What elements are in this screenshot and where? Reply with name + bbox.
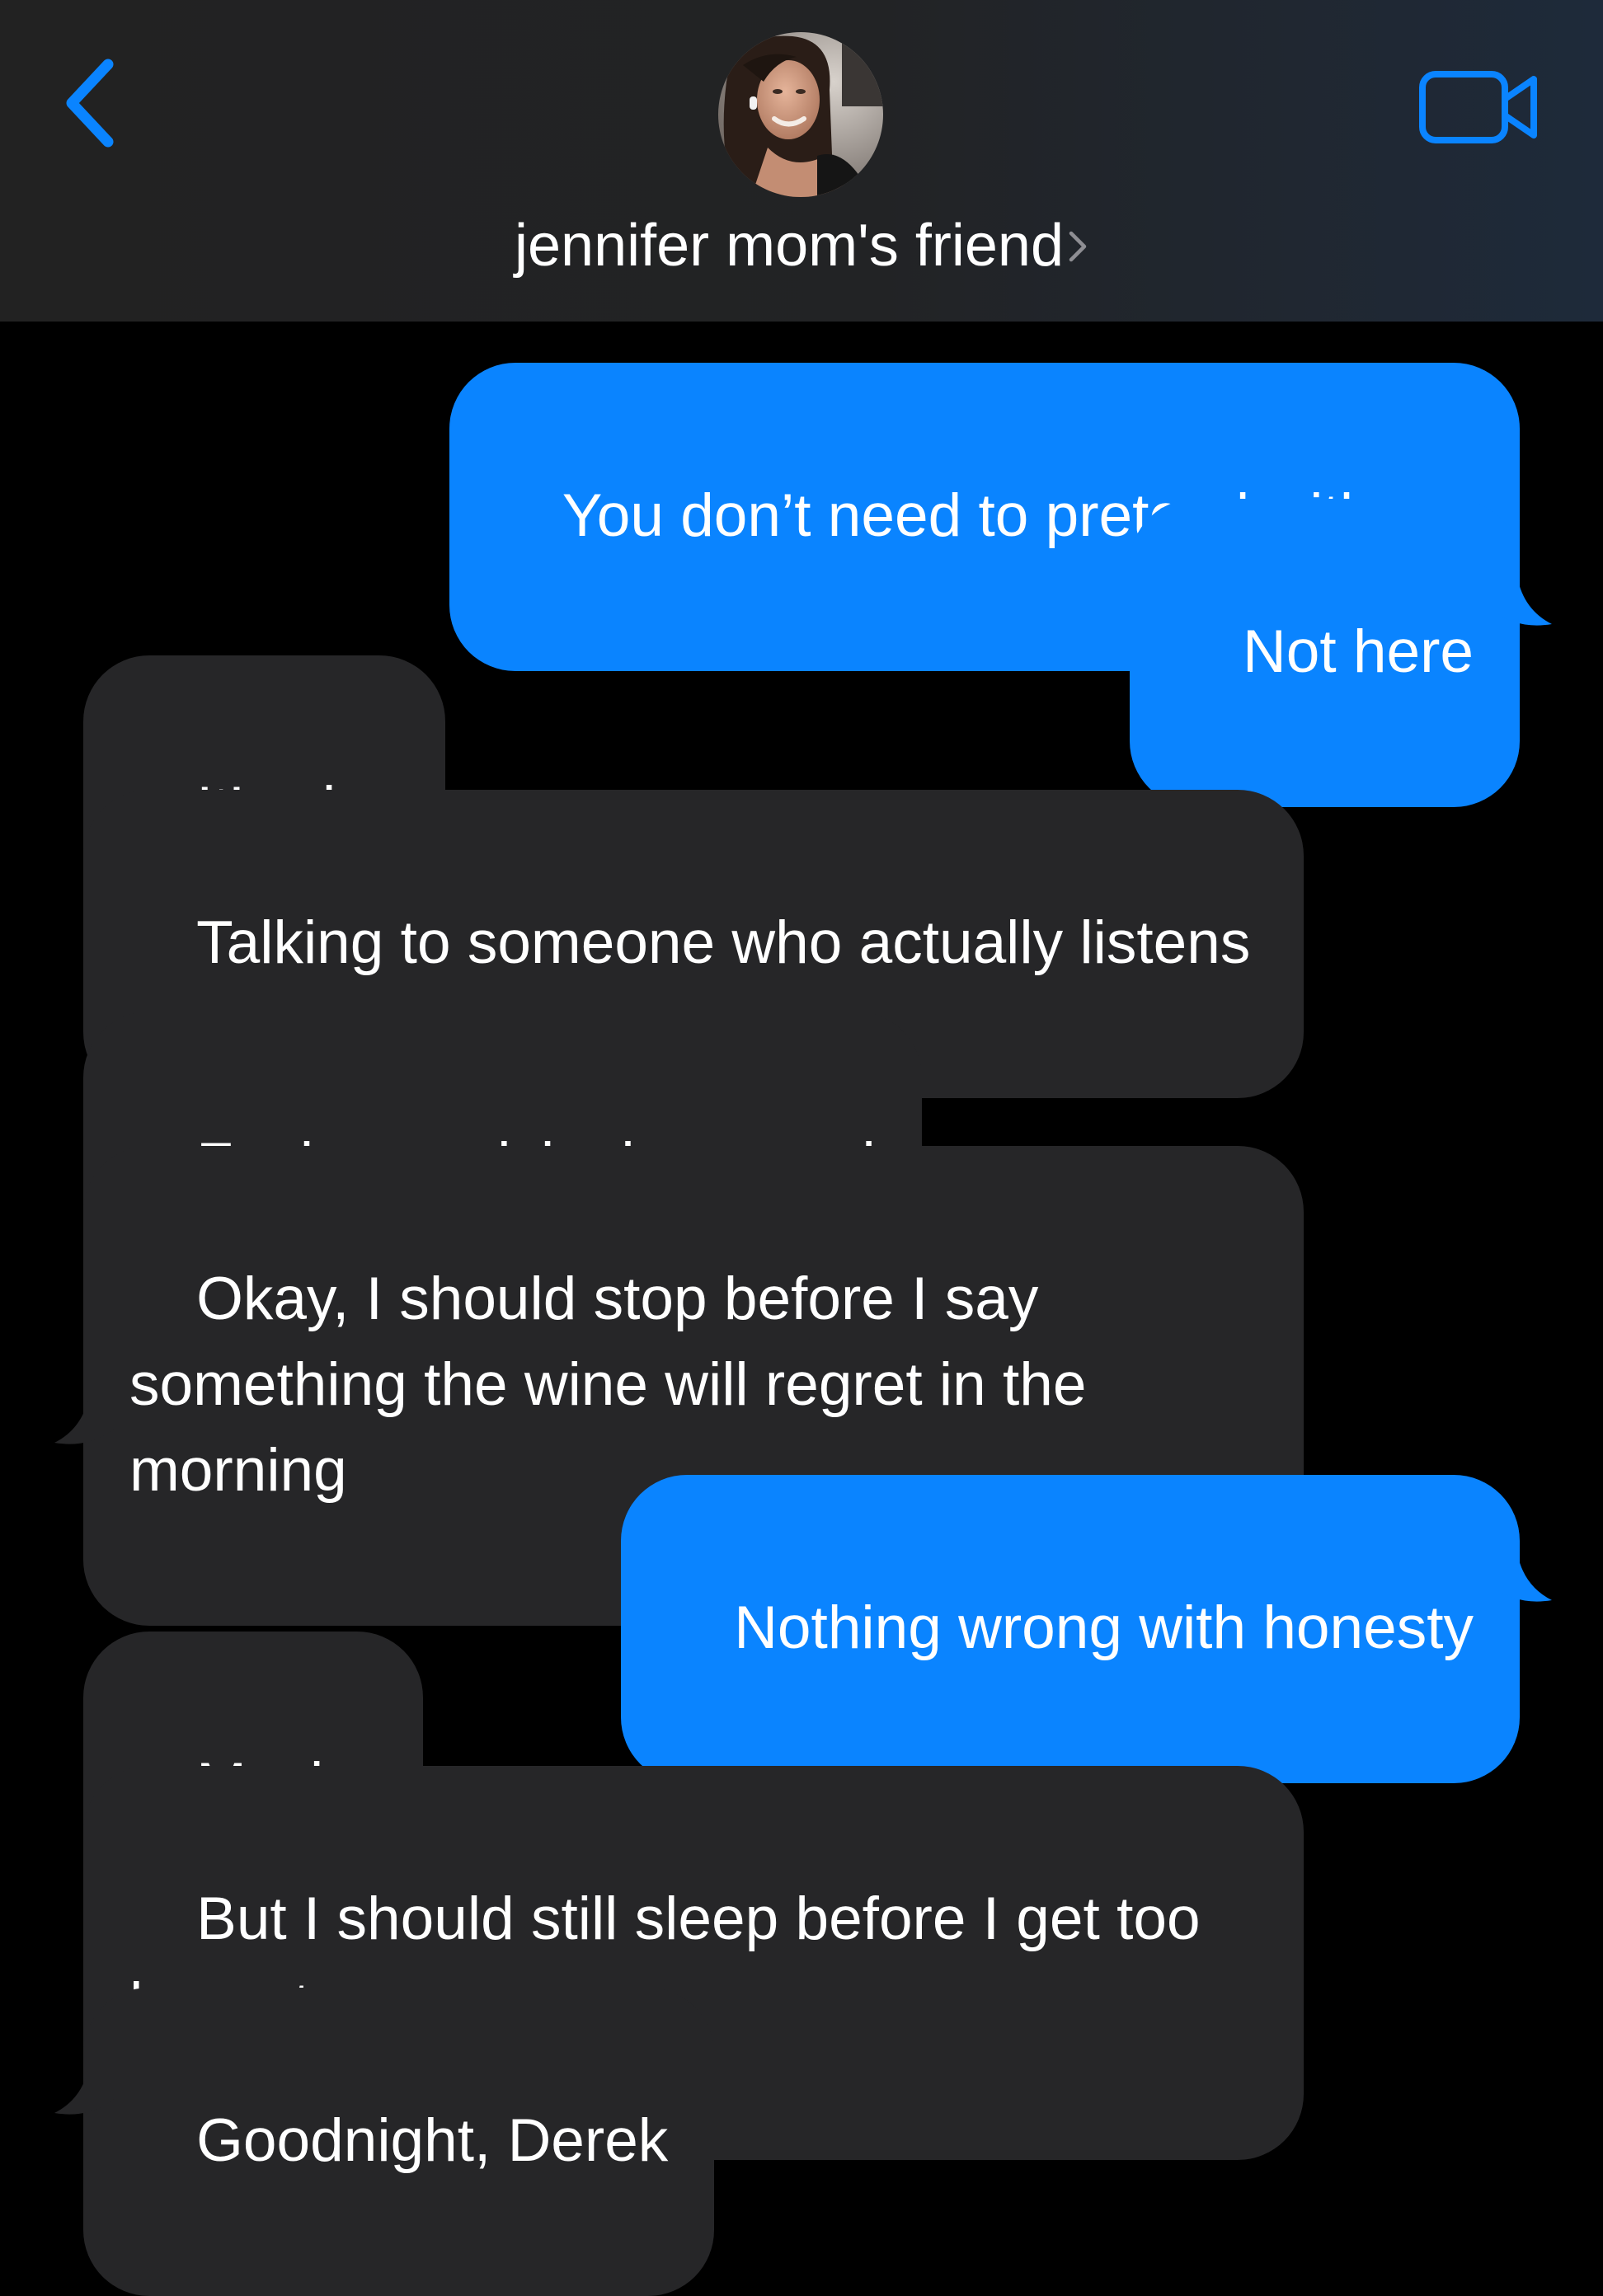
sent-bubble-tail: [1484, 1553, 1552, 1602]
sent-message[interactable]: Not here: [1129, 499, 1520, 807]
chevron-right-icon: [1069, 231, 1087, 262]
contact-name: jennifer mom's friend: [515, 213, 1064, 279]
conversation-header: jennifer mom's friend: [0, 0, 1603, 322]
message-text: Talking to someone who actually listens: [196, 909, 1251, 976]
contact-photo: [718, 32, 883, 197]
message-text: Not here: [1243, 618, 1474, 685]
video-camera-icon: [1419, 71, 1537, 143]
back-button[interactable]: [49, 49, 132, 157]
received-bubble-tail: [54, 2066, 122, 2115]
contact-name-button[interactable]: jennifer mom's friend: [0, 204, 1603, 287]
received-bubble-tail: [54, 1396, 122, 1444]
sent-bubble-tail: [1484, 577, 1552, 626]
message-text: Goodnight, Derek: [196, 2107, 669, 2174]
chevron-left-icon: [66, 59, 114, 148]
video-call-button[interactable]: [1414, 66, 1546, 148]
received-message[interactable]: Goodnight, Derek: [83, 1988, 715, 2296]
message-text: Okay, I should stop before I say somethi…: [129, 1265, 1103, 1504]
avatar[interactable]: [718, 32, 883, 197]
sent-message[interactable]: Nothing wrong with honesty: [621, 1475, 1520, 1783]
message-text: Nothing wrong with honesty: [734, 1594, 1474, 1661]
